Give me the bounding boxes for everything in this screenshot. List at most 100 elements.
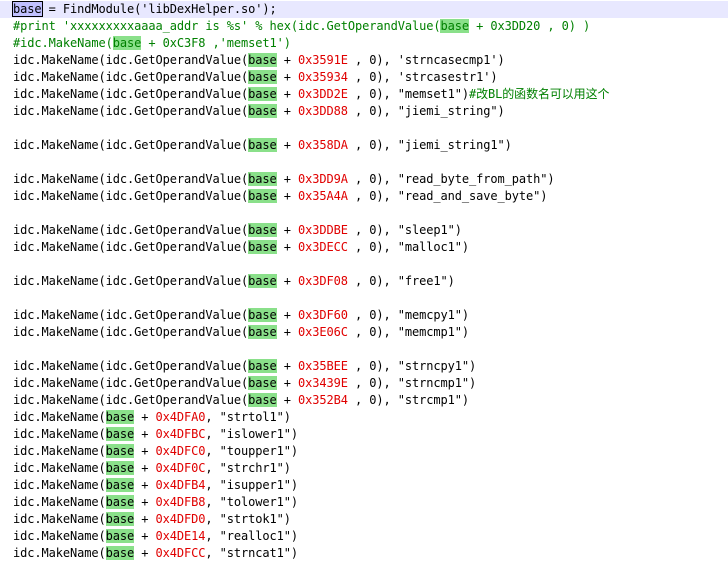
code-line[interactable]: #idc.MakeName(base + 0xC3F8 ,'memset1') [13,35,291,52]
code-line[interactable]: idc.MakeName(base + 0x4DFBC, "islower1") [13,426,298,443]
string-literal: "strncmp1" [397,376,469,390]
comment-text: #改BL的函数名可以用这个 [469,87,610,101]
string-literal: "memcmp1" [397,325,462,339]
code-line[interactable]: idc.MakeName(idc.GetOperandValue(base + … [13,273,455,290]
offset-literal: 0x3DD9A [298,172,348,186]
base-identifier: base [105,495,135,509]
code-line[interactable]: idc.MakeName(idc.GetOperandValue(base + … [13,188,547,205]
code-line[interactable]: idc.MakeName(idc.GetOperandValue(base + … [13,239,469,256]
code-text: ) [283,512,291,526]
base-identifier: base [105,478,135,492]
base-identifier: base [248,223,277,237]
code-line[interactable]: idc.MakeName(idc.GetOperandValue(base + … [13,375,476,392]
string-literal: "strtol1" [219,410,284,424]
code-line[interactable]: idc.MakeName(idc.GetOperandValue(base + … [13,324,469,341]
code-text: ) [290,546,298,560]
code-text: ) [461,325,469,339]
code-text: ) [497,53,505,67]
code-text: , [205,444,220,458]
code-text: ) [283,461,291,475]
code-text: ) [290,529,298,543]
code-line[interactable]: idc.MakeName(idc.GetOperandValue(base + … [13,103,505,120]
code-text: , 0), [347,359,398,373]
offset-literal: 0x4DFCC [155,546,206,560]
base-identifier: base [248,138,277,152]
base-identifier: base [105,444,135,458]
code-text: idc.MakeName( [13,529,106,543]
offset-literal: 0x35A4A [298,189,348,203]
offset-literal: 0x4DFC0 [155,444,206,458]
code-line[interactable]: idc.MakeName(idc.GetOperandValue(base + … [13,171,555,188]
code-text: , [205,546,220,560]
code-text: idc.MakeName(idc.GetOperandValue( [13,172,249,186]
code-text: idc.MakeName(idc.GetOperandValue( [13,70,249,84]
code-text: + [276,189,298,203]
base-identifier: base [248,172,277,186]
offset-literal: 0x4DF0C [155,461,206,475]
code-line[interactable]: idc.MakeName(base + 0x4DF0C, "strchr1") [13,460,291,477]
string-literal: "jiemi_string" [397,104,498,118]
offset-literal: 0x3DD2E [298,87,348,101]
code-text: + [134,512,156,526]
code-line[interactable]: idc.MakeName(idc.GetOperandValue(base + … [13,137,512,154]
base-identifier: base [248,70,277,84]
code-line[interactable]: idc.MakeName(base + 0x4DFB8, "tolower1") [13,494,298,511]
base-identifier: base [248,359,277,373]
code-line[interactable]: idc.MakeName(idc.GetOperandValue(base + … [13,392,469,409]
code-text: ) [504,138,512,152]
offset-literal: 0x3DECC [298,240,348,254]
code-line[interactable]: base = FindModule('libDexHelper.so'); [0,1,728,18]
string-literal: "memcpy1" [397,308,462,322]
code-text: ); [262,2,277,16]
code-line[interactable]: idc.MakeName(base + 0x4DE14, "realloc1") [13,528,298,545]
base-identifier: base [105,410,135,424]
code-line[interactable]: idc.MakeName(idc.GetOperandValue(base + … [13,69,498,86]
code-line[interactable]: idc.MakeName(base + 0x4DFC0, "toupper1") [13,443,298,460]
code-text: , 0), [347,172,398,186]
code-line[interactable]: #print 'xxxxxxxxxaaaa_addr is %s' % hex(… [13,18,590,35]
code-text: ) [461,308,469,322]
base-identifier: base [248,189,277,203]
code-text: ) [447,274,455,288]
string-literal: "strncat1" [219,546,291,560]
offset-literal: 0x352B4 [298,393,348,407]
code-text: , [205,427,220,441]
offset-literal: 0x3591E [298,53,348,67]
code-line[interactable]: idc.MakeName(base + 0x4DFA0, "strtol1") [13,409,291,426]
code-text: ) [469,359,477,373]
offset-literal: 0x3DF08 [298,274,348,288]
code-text: ) [290,495,298,509]
string-literal: "free1" [397,274,448,288]
offset-literal: 0x3E06C [298,325,348,339]
base-identifier: base [105,461,135,475]
code-line[interactable]: idc.MakeName(idc.GetOperandValue(base + … [13,222,462,239]
code-line[interactable]: idc.MakeName(base + 0x4DFB4, "isupper1") [13,477,298,494]
code-text: idc.MakeName( [13,512,106,526]
code-text: + [276,308,298,322]
string-literal: "read_byte_from_path" [397,172,548,186]
code-text: ) [461,87,469,101]
code-line[interactable]: idc.MakeName(idc.GetOperandValue(base + … [13,358,476,375]
code-line[interactable]: idc.MakeName(base + 0x4DFCC, "strncat1") [13,545,298,562]
code-line[interactable]: idc.MakeName(idc.GetOperandValue(base + … [13,52,505,69]
code-text: ) [290,444,298,458]
offset-literal: 0x3439E [298,376,348,390]
code-editor[interactable]: base = FindModule('libDexHelper.so'); #pr… [0,0,728,575]
offset-literal: 0x4DFB8 [155,495,206,509]
code-text: idc.MakeName( [13,546,106,560]
code-text: , 0), [347,53,398,67]
offset-literal: 0x35934 [298,70,348,84]
code-line[interactable]: idc.MakeName(idc.GetOperandValue(base + … [13,86,609,103]
code-text: , 0), [347,376,398,390]
code-text: idc.MakeName(idc.GetOperandValue( [13,325,249,339]
code-text: + [276,104,298,118]
base-identifier: base [248,308,277,322]
code-line[interactable]: idc.MakeName(idc.GetOperandValue(base + … [13,307,469,324]
offset-literal: 0x4DFA0 [155,410,206,424]
code-text: + [276,274,298,288]
code-text: idc.MakeName( [13,495,106,509]
code-line[interactable]: idc.MakeName(base + 0x4DFD0, "strtok1") [13,511,291,528]
string-literal: "sleep1" [397,223,455,237]
code-text: + [276,87,298,101]
code-text: , 0), [347,240,398,254]
